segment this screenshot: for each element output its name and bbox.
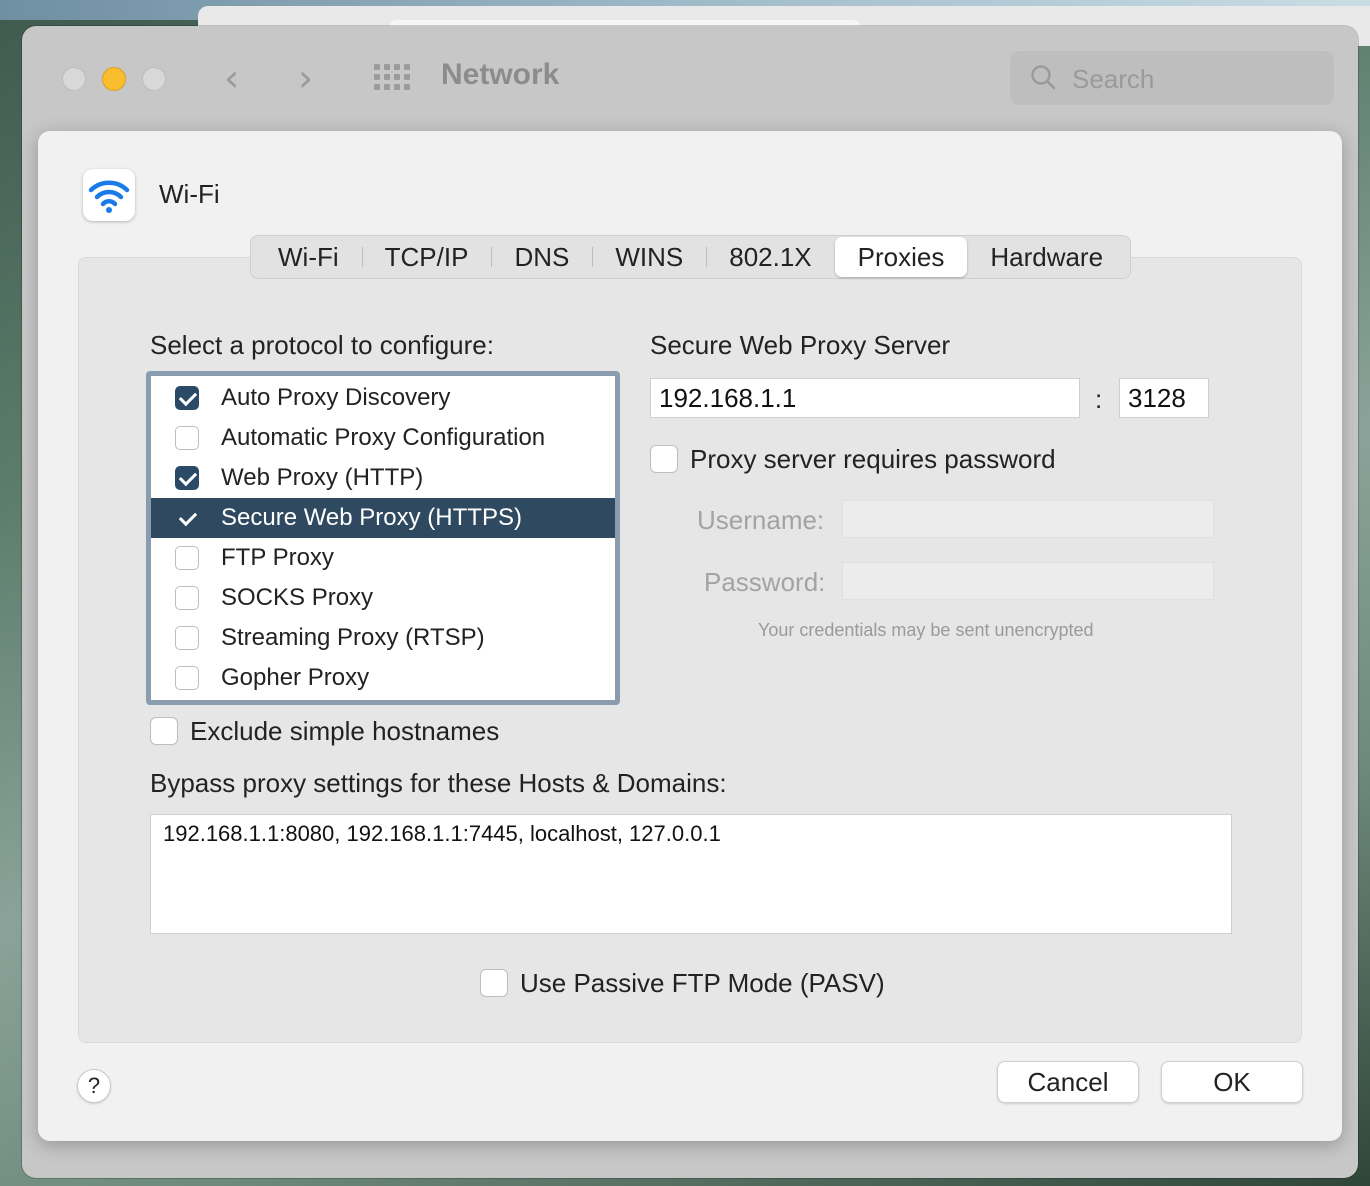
protocol-row-ftp[interactable]: FTP Proxy: [151, 538, 615, 578]
cancel-button[interactable]: Cancel: [997, 1061, 1139, 1103]
window-toolbar: ‹ › Network Search: [22, 26, 1358, 130]
proxies-sheet: Wi-Fi Wi-Fi TCP/IP DNS WINS 802.1X Proxi…: [38, 131, 1342, 1141]
protocol-row-auto-config[interactable]: Automatic Proxy Configuration: [151, 418, 615, 458]
protocol-label: Secure Web Proxy (HTTPS): [221, 504, 522, 531]
protocol-row-rtsp[interactable]: Streaming Proxy (RTSP): [151, 618, 615, 658]
tab-wifi[interactable]: Wi-Fi: [255, 237, 362, 277]
tab-dns[interactable]: DNS: [491, 237, 592, 277]
minimize-window-button[interactable]: [102, 67, 126, 91]
interface-name: Wi-Fi: [159, 179, 220, 209]
forward-arrow-icon[interactable]: ›: [298, 56, 313, 100]
protocol-label: FTP Proxy: [221, 544, 334, 571]
search-icon: [1031, 65, 1056, 90]
help-button[interactable]: ?: [77, 1069, 111, 1103]
credentials-warning: Your credentials may be sent unencrypted: [758, 620, 1094, 640]
protocol-row-secure-https[interactable]: Secure Web Proxy (HTTPS): [151, 498, 615, 538]
password-label: Password:: [704, 567, 826, 597]
requires-password-checkbox[interactable]: [650, 445, 678, 473]
protocol-checkbox[interactable]: [175, 666, 199, 690]
protocol-checkbox[interactable]: [175, 586, 199, 610]
bypass-hosts-textarea[interactable]: 192.168.1.1:8080, 192.168.1.1:7445, loca…: [150, 814, 1232, 934]
protocol-row-socks[interactable]: SOCKS Proxy: [151, 578, 615, 618]
protocol-label: SOCKS Proxy: [221, 584, 374, 611]
proxy-port-field[interactable]: 3128: [1119, 378, 1209, 418]
protocol-checkbox[interactable]: [175, 426, 199, 450]
passive-ftp-checkbox[interactable]: [480, 969, 508, 997]
tab-proxies[interactable]: Proxies: [834, 237, 968, 277]
protocol-label: Web Proxy (HTTP): [221, 464, 424, 491]
tab-8021x[interactable]: 802.1X: [706, 237, 834, 277]
wifi-interface-badge: [83, 169, 135, 221]
protocol-checkbox[interactable]: [175, 506, 199, 530]
back-arrow-icon[interactable]: ‹: [224, 56, 239, 100]
protocol-label: Streaming Proxy (RTSP): [221, 624, 485, 651]
proxy-server-address-field[interactable]: 192.168.1.1: [650, 378, 1080, 418]
search-input[interactable]: Search: [1010, 51, 1334, 105]
zoom-window-button[interactable]: [142, 67, 166, 91]
protocol-checkbox[interactable]: [175, 386, 199, 410]
tab-tcpip[interactable]: TCP/IP: [361, 237, 492, 277]
port-separator: :: [1095, 384, 1103, 414]
exclude-simple-hostnames-checkbox[interactable]: [150, 717, 178, 745]
protocol-label: Automatic Proxy Configuration: [221, 424, 546, 451]
protocol-label: Gopher Proxy: [221, 664, 370, 691]
close-window-button[interactable]: [62, 67, 86, 91]
protocol-row-auto-discovery[interactable]: Auto Proxy Discovery: [151, 378, 615, 418]
username-label: Username:: [697, 505, 825, 535]
proxy-server-heading: Secure Web Proxy Server: [650, 330, 951, 360]
requires-password-label: Proxy server requires password: [690, 444, 1056, 474]
protocol-list[interactable]: Auto Proxy Discovery Automatic Proxy Con…: [146, 371, 620, 705]
wifi-icon: [88, 180, 130, 213]
protocol-row-gopher[interactable]: Gopher Proxy: [151, 658, 615, 698]
protocol-row-web-http[interactable]: Web Proxy (HTTP): [151, 458, 615, 498]
protocol-checkbox[interactable]: [175, 626, 199, 650]
show-all-grid-icon[interactable]: [374, 64, 410, 92]
search-placeholder: Search: [1072, 64, 1155, 94]
protocol-checkbox[interactable]: [175, 546, 199, 570]
tab-wins[interactable]: WINS: [592, 237, 706, 277]
protocol-list-heading: Select a protocol to configure:: [150, 330, 494, 360]
password-field[interactable]: [842, 562, 1214, 600]
ok-button[interactable]: OK: [1161, 1061, 1303, 1103]
window-title: Network: [441, 58, 560, 91]
exclude-simple-hostnames-label: Exclude simple hostnames: [190, 716, 500, 746]
tab-bar: Wi-Fi TCP/IP DNS WINS 802.1X Proxies Har…: [250, 235, 1132, 279]
username-field[interactable]: [842, 500, 1214, 538]
bypass-heading: Bypass proxy settings for these Hosts & …: [150, 768, 727, 798]
passive-ftp-label: Use Passive FTP Mode (PASV): [520, 968, 885, 998]
protocol-checkbox[interactable]: [175, 466, 199, 490]
tab-hardware[interactable]: Hardware: [967, 237, 1126, 277]
protocol-label: Auto Proxy Discovery: [221, 384, 451, 411]
